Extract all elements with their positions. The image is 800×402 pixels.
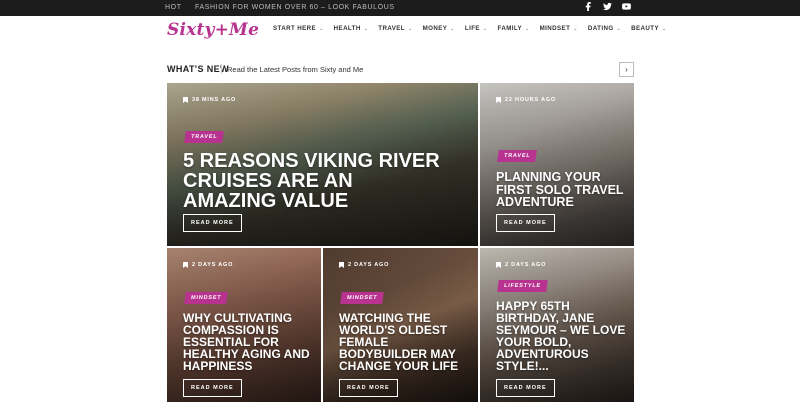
post-card[interactable]: 2 DAYS AGO MINDSET WATCHING THE WORLD'S … <box>323 248 478 402</box>
chevron-down-icon: ⌄ <box>363 25 369 32</box>
nav-item-beauty[interactable]: BEAUTY ⌄ <box>631 25 666 32</box>
tagline-link[interactable]: FASHION FOR WOMEN OVER 60 – LOOK FABULOU… <box>195 4 395 11</box>
chevron-down-icon: ⌄ <box>573 25 578 32</box>
nav-item-money[interactable]: MONEY ⌄ <box>423 25 455 32</box>
read-more-button[interactable]: READ MORE <box>183 214 242 232</box>
next-arrow-button[interactable]: › <box>619 62 634 77</box>
hot-label: HOT <box>165 4 182 11</box>
nav-item-life[interactable]: LIFE ⌄ <box>465 25 488 32</box>
post-card[interactable]: 22 HOURS AGO TRAVEL PLANNING YOUR FIRST … <box>480 83 634 246</box>
nav-label: MONEY <box>422 25 448 32</box>
chevron-down-icon: ⌄ <box>661 25 667 32</box>
time-label: 38 MINS AGO <box>192 97 237 103</box>
chevron-down-icon: ⌄ <box>482 25 488 32</box>
bookmark-icon <box>183 262 188 268</box>
chevron-down-icon: ⌄ <box>408 25 413 32</box>
site-logo[interactable]: Sixty+Me <box>167 20 259 40</box>
nav-item-family[interactable]: FAMILY ⌄ <box>498 25 530 32</box>
nav-item-dating[interactable]: DATING ⌄ <box>588 25 621 32</box>
nav-item-start-here[interactable]: START HERE ⌄ <box>273 25 324 32</box>
nav-label: DATING <box>587 25 614 32</box>
category-badge[interactable]: MINDSET <box>184 292 229 304</box>
section-subtitle: Read the Latest Posts from Sixty and Me <box>227 65 364 74</box>
chevron-down-icon: ⌄ <box>319 25 324 32</box>
nav-label: HEALTH <box>333 25 361 32</box>
time-label: 22 HOURS AGO <box>505 97 556 103</box>
read-more-button[interactable]: READ MORE <box>339 379 398 397</box>
post-time: 38 MINS AGO <box>183 97 236 103</box>
read-more-button[interactable]: READ MORE <box>496 214 555 232</box>
time-label: 2 DAYS AGO <box>192 262 234 268</box>
facebook-icon[interactable] <box>584 2 593 11</box>
post-time: 2 DAYS AGO <box>496 262 546 268</box>
post-title[interactable]: PLANNING YOUR FIRST SOLO TRAVEL ADVENTUR… <box>496 171 626 209</box>
read-more-button[interactable]: READ MORE <box>496 379 555 397</box>
twitter-icon[interactable] <box>603 2 612 11</box>
post-time: 2 DAYS AGO <box>339 262 389 268</box>
post-title[interactable]: HAPPY 65TH BIRTHDAY, JANE SEYMOUR – WE L… <box>496 300 630 372</box>
divider <box>221 64 222 74</box>
bookmark-icon <box>496 262 501 268</box>
chevron-down-icon: ⌄ <box>525 25 530 32</box>
bookmark-icon <box>496 97 501 103</box>
post-title[interactable]: WHY CULTIVATING COMPASSION IS ESSENTIAL … <box>183 312 317 372</box>
nav-label: MINDSET <box>539 25 571 32</box>
chevron-down-icon: ⌄ <box>616 25 622 32</box>
category-badge[interactable]: LIFESTYLE <box>497 280 548 292</box>
top-bar: HOT FASHION FOR WOMEN OVER 60 – LOOK FAB… <box>0 0 800 16</box>
nav-label: FAMILY <box>497 25 523 32</box>
post-card-featured[interactable]: 38 MINS AGO TRAVEL 5 REASONS VIKING RIVE… <box>167 83 478 246</box>
bookmark-icon <box>183 97 188 103</box>
nav-label: TRAVEL <box>378 25 405 32</box>
post-card[interactable]: 2 DAYS AGO LIFESTYLE HAPPY 65TH BIRTHDAY… <box>480 248 634 402</box>
chevron-down-icon: ⌄ <box>450 25 455 32</box>
post-title[interactable]: WATCHING THE WORLD'S OLDEST FEMALE BODYB… <box>339 312 473 372</box>
youtube-icon[interactable] <box>622 2 631 11</box>
category-badge[interactable]: TRAVEL <box>497 150 538 162</box>
section-title: WHAT'S NEW <box>167 64 229 74</box>
category-badge[interactable]: MINDSET <box>340 292 385 304</box>
whats-new-header: WHAT'S NEW Read the Latest Posts from Si… <box>167 62 634 78</box>
social-links <box>584 2 631 11</box>
nav-item-health[interactable]: HEALTH ⌄ <box>334 25 369 32</box>
nav-item-travel[interactable]: TRAVEL ⌄ <box>378 25 412 32</box>
post-time: 22 HOURS AGO <box>496 97 556 103</box>
bookmark-icon <box>339 262 344 268</box>
post-time: 2 DAYS AGO <box>183 262 233 268</box>
site-header: Sixty+Me START HERE ⌄ HEALTH ⌄ TRAVEL ⌄ MON… <box>0 16 800 52</box>
time-label: 2 DAYS AGO <box>505 262 547 268</box>
post-card[interactable]: 2 DAYS AGO MINDSET WHY CULTIVATING COMPA… <box>167 248 321 402</box>
nav-label: LIFE <box>464 25 480 32</box>
nav-label: START HERE <box>273 25 317 32</box>
main-nav: START HERE ⌄ HEALTH ⌄ TRAVEL ⌄ MONEY ⌄ LIFE ⌄… <box>273 25 677 32</box>
nav-label: BEAUTY <box>631 25 659 32</box>
post-title[interactable]: 5 REASONS VIKING RIVER CRUISES ARE AN AM… <box>183 151 443 211</box>
time-label: 2 DAYS AGO <box>348 262 390 268</box>
nav-item-mindset[interactable]: MINDSET ⌄ <box>540 25 578 32</box>
read-more-button[interactable]: READ MORE <box>183 379 242 397</box>
category-badge[interactable]: TRAVEL <box>184 131 225 143</box>
